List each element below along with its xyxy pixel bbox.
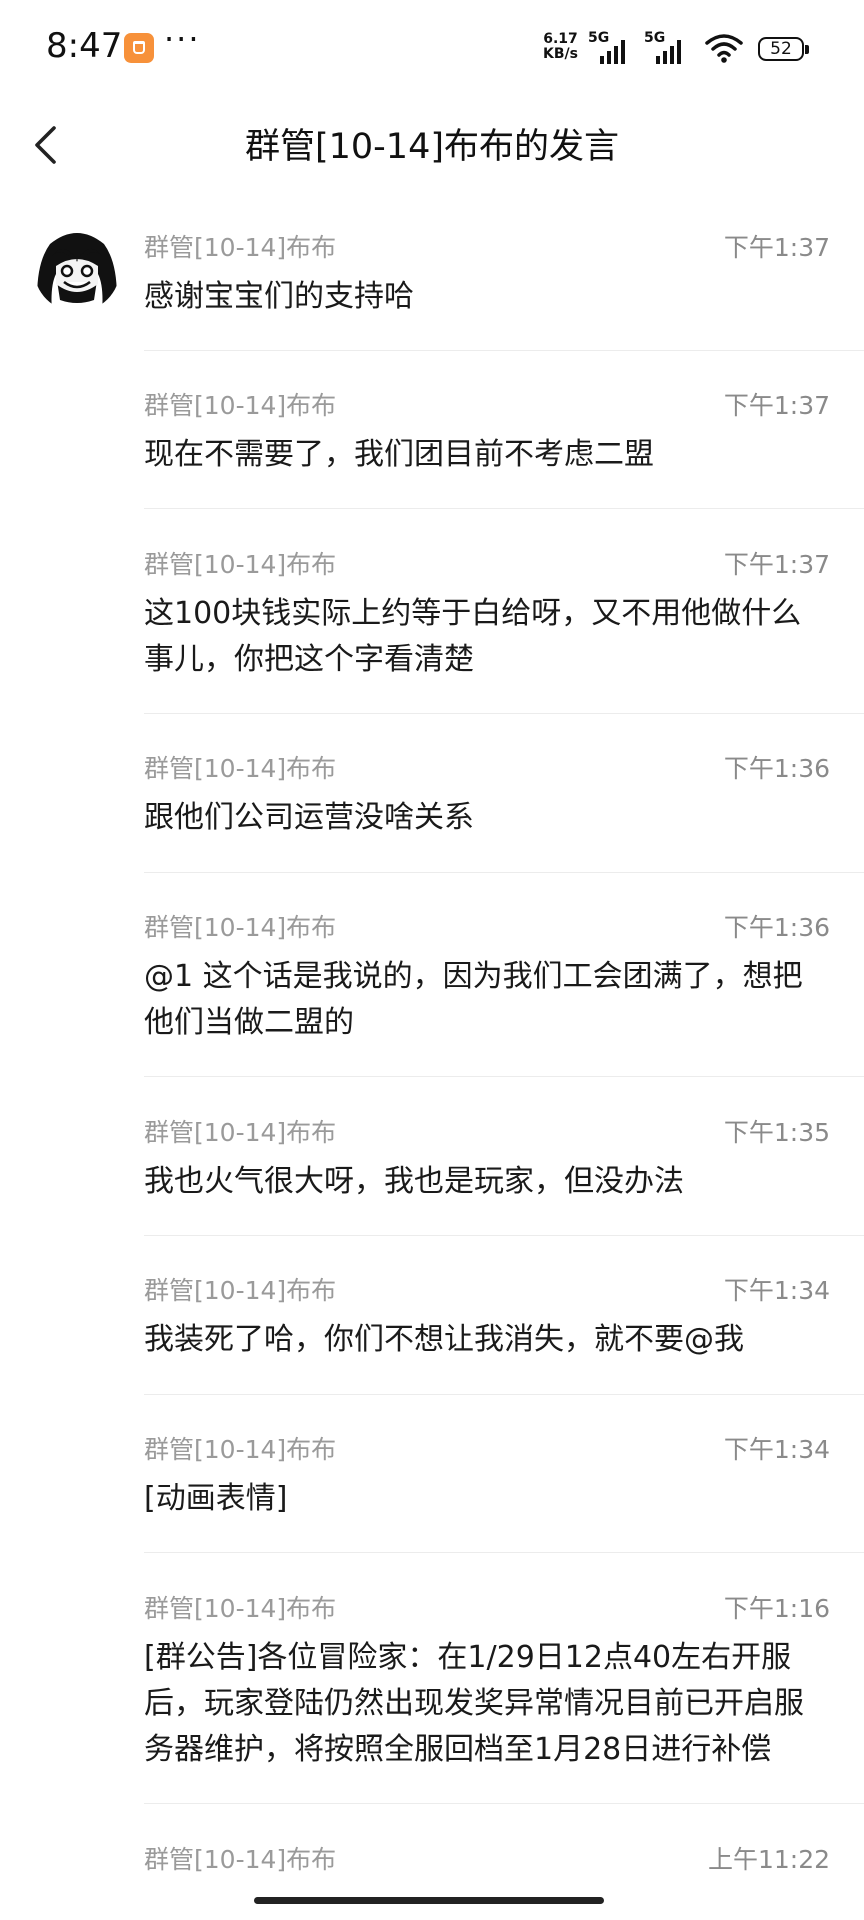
signal-sim2-icon: 5G xyxy=(644,30,696,66)
home-indicator[interactable] xyxy=(254,1897,604,1904)
divider xyxy=(144,713,864,714)
message-sender: 群管[10-14]布布 xyxy=(144,913,337,942)
message-time: 下午1:37 xyxy=(723,550,830,579)
divider xyxy=(144,1552,864,1553)
signal-sim1-icon: 5G xyxy=(588,30,640,66)
divider xyxy=(144,1076,864,1077)
message-text: 跟他们公司运营没啥关系 xyxy=(144,800,474,835)
shopping-app-icon xyxy=(124,33,154,63)
divider xyxy=(144,1394,864,1395)
divider xyxy=(144,1803,864,1804)
divider xyxy=(144,872,864,873)
message-text: 我装死了哈，你们不想让我消失，就不要@我 xyxy=(144,1322,744,1357)
message-time: 上午11:22 xyxy=(707,1845,830,1874)
top-bar: 群管[10-14]布布的发言 xyxy=(0,98,864,198)
message-sender: 群管[10-14]布布 xyxy=(144,233,337,262)
network-speed-unit: KB/s xyxy=(543,46,578,62)
battery-icon: 52 xyxy=(758,37,809,61)
message-text: 现在不需要了，我们团目前不考虑二盟 xyxy=(144,437,654,472)
message-text: 我也火气很大呀，我也是玩家，但没办法 xyxy=(144,1164,684,1199)
avatar[interactable] xyxy=(34,226,120,312)
message-time: 下午1:37 xyxy=(723,233,830,262)
message-sender: 群管[10-14]布布 xyxy=(144,1118,337,1147)
message-sender: 群管[10-14]布布 xyxy=(144,1435,337,1464)
message-time: 下午1:34 xyxy=(723,1435,830,1464)
avatar-image xyxy=(34,226,120,312)
divider xyxy=(144,508,864,509)
message-text: 感谢宝宝们的支持哈 xyxy=(144,279,414,314)
status-bar: 8:47 ··· 6.17 KB/s 5G 5G 52 xyxy=(0,0,864,98)
message-sender: 群管[10-14]布布 xyxy=(144,550,337,579)
divider xyxy=(144,350,864,351)
message-text: [群公告]各位冒险家：在1/29日12点40左右开服后，玩家登陆仍然出现发奖异常… xyxy=(144,1640,804,1767)
message-time: 下午1:37 xyxy=(723,391,830,420)
message-sender: 群管[10-14]布布 xyxy=(144,754,337,783)
network-speed: 6.17 KB/s xyxy=(543,32,578,62)
more-notifications-icon: ··· xyxy=(164,20,201,58)
message-text: 这100块钱实际上约等于白给呀，又不用他做什么事儿，你把这个字看清楚 xyxy=(144,596,802,677)
wifi-icon xyxy=(705,34,743,63)
page-title: 群管[10-14]布布的发言 xyxy=(244,127,619,167)
message-time: 下午1:36 xyxy=(723,754,830,783)
network-speed-value: 6.17 xyxy=(543,31,578,47)
message-time: 下午1:16 xyxy=(723,1594,830,1623)
message-sender: 群管[10-14]布布 xyxy=(144,1845,337,1874)
message-sender: 群管[10-14]布布 xyxy=(144,1276,337,1305)
message-text: @1 这个话是我说的，因为我们工会团满了，想把他们当做二盟的 xyxy=(144,959,803,1040)
message-time: 下午1:34 xyxy=(723,1276,830,1305)
message-text: [动画表情] xyxy=(144,1481,288,1516)
message-time: 下午1:35 xyxy=(723,1118,830,1147)
message-sender: 群管[10-14]布布 xyxy=(144,391,337,420)
message-sender: 群管[10-14]布布 xyxy=(144,1594,337,1623)
status-time: 8:47 xyxy=(46,26,123,66)
divider xyxy=(144,1235,864,1236)
message-time: 下午1:36 xyxy=(723,913,830,942)
